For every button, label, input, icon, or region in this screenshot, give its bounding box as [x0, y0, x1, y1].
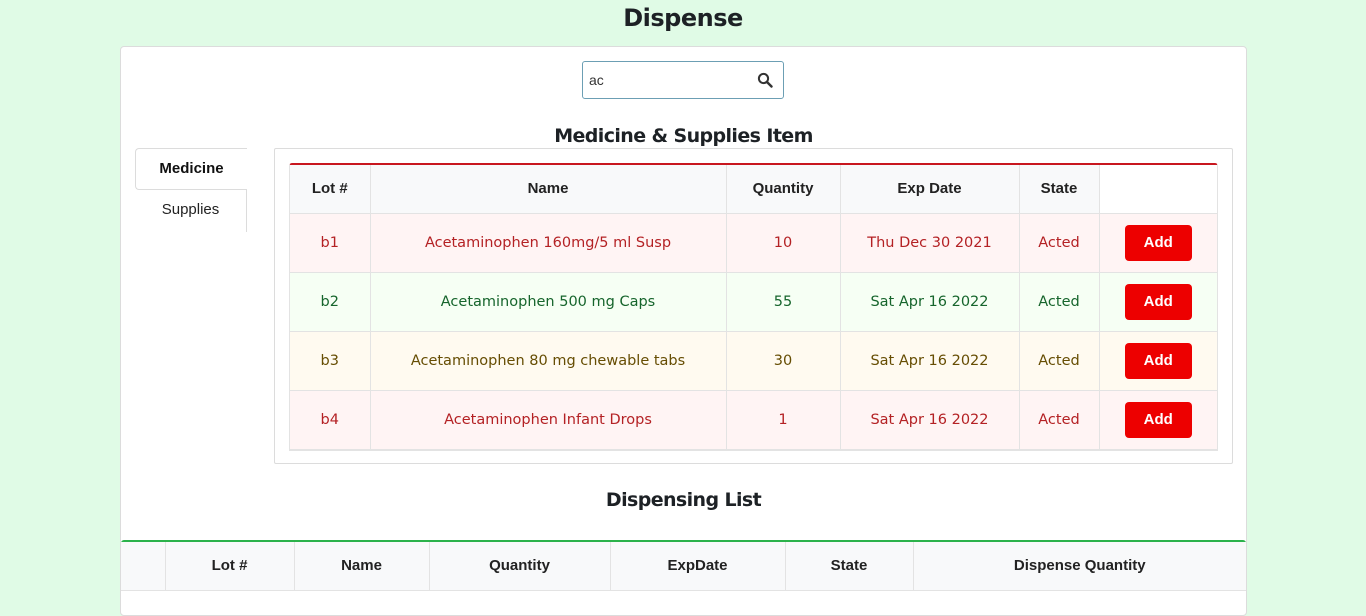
add-button[interactable]: Add: [1124, 224, 1192, 261]
cell-state: Acted: [1019, 213, 1100, 273]
page-title: Dispense: [623, 4, 743, 32]
items-table: Lot # Name Quantity Exp Date State b1 Ac…: [290, 165, 1217, 450]
cell-name: Acetaminophen 80 mg chewable tabs: [370, 331, 727, 391]
cell-name: Acetaminophen 500 mg Caps: [370, 272, 727, 332]
dispensing-list-title: Dispensing List: [605, 489, 762, 511]
items-section-title: Medicine & Supplies Item: [554, 125, 813, 147]
cell-name: Acetaminophen Infant Drops: [370, 390, 727, 450]
col-header-exp-date: ExpDate: [610, 542, 786, 591]
col-header-quantity: Quantity: [726, 165, 841, 214]
table-row: b1 Acetaminophen 160mg/5 ml Susp 10 Thu …: [290, 213, 1217, 273]
col-header-action: [1099, 165, 1217, 214]
col-header-dispense-quantity: Dispense Quantity: [913, 542, 1246, 591]
cell-action: Add: [1099, 213, 1217, 273]
cell-lot: b3: [290, 331, 371, 391]
items-table-container: Lot # Name Quantity Exp Date State b1 Ac…: [289, 163, 1218, 451]
dispensing-table: Lot # Name Quantity ExpDate State Dispen…: [121, 542, 1246, 591]
dispensing-table-container: Lot # Name Quantity ExpDate State Dispen…: [121, 540, 1246, 591]
dispensing-table-header: Lot # Name Quantity ExpDate State Dispen…: [121, 542, 1246, 591]
search-input[interactable]: [589, 68, 749, 92]
tab-medicine[interactable]: Medicine: [135, 148, 247, 190]
col-header-select: [121, 542, 166, 591]
cell-lot: b4: [290, 390, 371, 450]
col-header-state: State: [1019, 165, 1100, 214]
cell-quantity: 1: [726, 390, 841, 450]
cell-quantity: 10: [726, 213, 841, 273]
cell-quantity: 55: [726, 272, 841, 332]
add-button[interactable]: Add: [1124, 342, 1192, 379]
cell-quantity: 30: [726, 331, 841, 391]
col-header-exp-date: Exp Date: [840, 165, 1020, 214]
col-header-lot: Lot #: [165, 542, 295, 591]
cell-state: Acted: [1019, 390, 1100, 450]
search-icon[interactable]: [757, 72, 773, 88]
col-header-lot: Lot #: [290, 165, 371, 214]
col-header-name: Name: [294, 542, 430, 591]
table-row: b4 Acetaminophen Infant Drops 1 Sat Apr …: [290, 390, 1217, 450]
search-box[interactable]: [582, 61, 784, 99]
col-header-state: State: [785, 542, 914, 591]
cell-exp-date: Sat Apr 16 2022: [840, 390, 1020, 450]
dispense-card: Medicine & Supplies Item Medicine Suppli…: [120, 46, 1247, 616]
col-header-quantity: Quantity: [429, 542, 611, 591]
category-tabs: Medicine Supplies: [135, 148, 247, 232]
add-button[interactable]: Add: [1124, 401, 1192, 438]
items-table-header: Lot # Name Quantity Exp Date State: [290, 165, 1217, 214]
items-panel: Lot # Name Quantity Exp Date State b1 Ac…: [274, 148, 1233, 464]
cell-state: Acted: [1019, 272, 1100, 332]
tab-supplies[interactable]: Supplies: [135, 190, 247, 232]
cell-action: Add: [1099, 390, 1217, 450]
add-button[interactable]: Add: [1124, 283, 1192, 320]
cell-exp-date: Thu Dec 30 2021: [840, 213, 1020, 273]
cell-state: Acted: [1019, 331, 1100, 391]
cell-lot: b1: [290, 213, 371, 273]
cell-exp-date: Sat Apr 16 2022: [840, 272, 1020, 332]
col-header-name: Name: [370, 165, 727, 214]
cell-name: Acetaminophen 160mg/5 ml Susp: [370, 213, 727, 273]
cell-lot: b2: [290, 272, 371, 332]
cell-action: Add: [1099, 331, 1217, 391]
cell-action: Add: [1099, 272, 1217, 332]
table-row: b3 Acetaminophen 80 mg chewable tabs 30 …: [290, 331, 1217, 391]
table-row: b2 Acetaminophen 500 mg Caps 55 Sat Apr …: [290, 272, 1217, 332]
cell-exp-date: Sat Apr 16 2022: [840, 331, 1020, 391]
